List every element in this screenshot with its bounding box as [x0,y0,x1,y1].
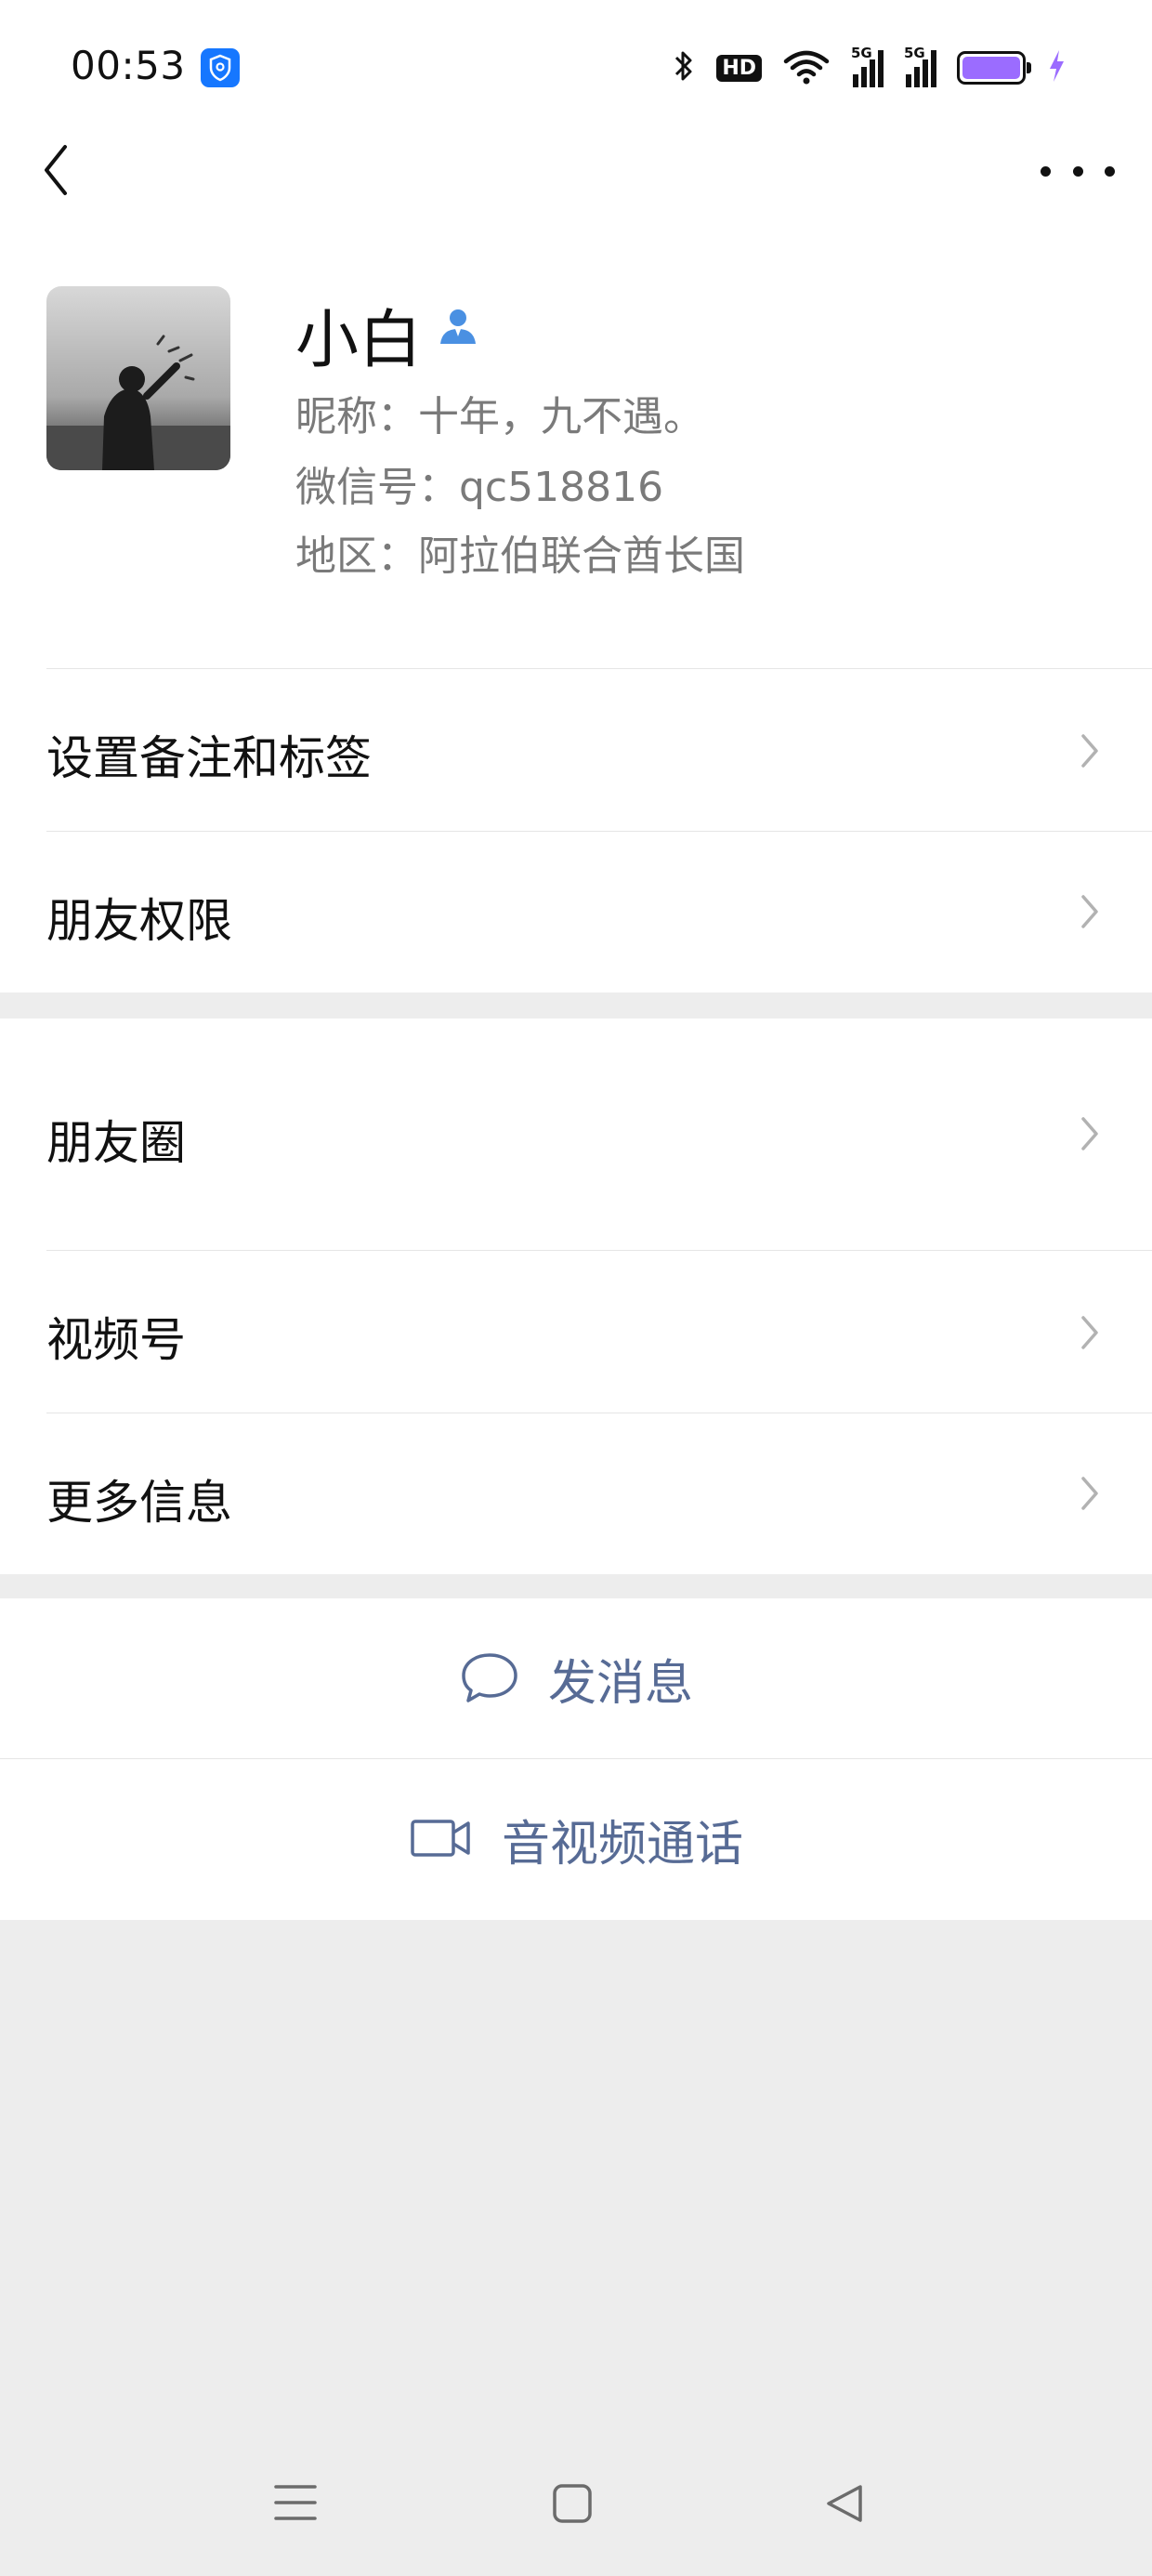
chevron-right-icon [1076,1473,1104,1514]
chevron-right-icon [1076,730,1104,771]
shield-icon [201,48,240,87]
status-time: 00:53 [71,43,186,88]
signal-5g-icon-2: 5G [904,45,936,87]
send-message-label: 发消息 [547,1656,693,1712]
dot [1041,165,1051,177]
wechat-id-text: 微信号：qc518816 [295,464,664,511]
status-bar: 00:53 HD 5G 5G [0,0,1152,139]
hd-voice-badge: HD [716,54,762,82]
video-call-button[interactable]: 音视频通话 [0,1759,1152,1920]
nickname-text: 昵称：十年，九不遇。 [295,393,704,440]
battery-icon [957,51,1031,85]
person-icon [435,303,481,349]
more-info-row[interactable]: 更多信息 [0,1413,1152,1574]
dot [1105,165,1115,177]
more-info-label: 更多信息 [46,1476,232,1530]
channels-row[interactable]: 视频号 [0,1251,1152,1413]
chat-bubble-icon [459,1649,520,1709]
wifi-icon [782,46,831,89]
back-button[interactable] [33,139,117,201]
region-text: 地区：阿拉伯联合酋长国 [295,532,745,580]
send-message-button[interactable]: 发消息 [0,1598,1152,1759]
back-nav-icon[interactable] [821,2481,868,2530]
chevron-right-icon [1076,891,1104,932]
contact-name: 小白 [295,304,423,377]
chevron-right-icon [1076,1113,1104,1154]
charging-bolt-icon [1046,46,1067,89]
video-call-label: 音视频通话 [501,1817,743,1873]
moments-label: 朋友圈 [46,1116,186,1170]
moments-row[interactable]: 朋友圈 [0,1019,1152,1251]
system-nav-bar [0,2463,1152,2546]
remark-tags-row[interactable]: 设置备注和标签 [0,669,1152,832]
friend-permissions-label: 朋友权限 [46,894,232,948]
menu-nav-icon[interactable] [271,2481,320,2528]
bluetooth-icon [672,46,696,89]
more-options-button[interactable] [1041,152,1115,190]
chevron-right-icon [1076,1312,1104,1353]
friend-permissions-row[interactable]: 朋友权限 [0,832,1152,992]
status-icons: HD 5G 5G [672,45,1067,89]
home-nav-icon[interactable] [550,2481,595,2530]
channels-label: 视频号 [46,1313,186,1367]
video-camera-icon [409,1816,474,1864]
signal-5g-icon-1: 5G [851,45,884,87]
contact-profile-screen: 00:53 HD 5G 5G 小白 昵称：十年，九不遇。 微信号：qc51881… [0,0,1152,2576]
remark-tags-label: 设置备注和标签 [46,731,372,785]
battery-fill [962,57,1020,79]
dot [1072,165,1083,177]
profile-card: 小白 昵称：十年，九不遇。 微信号：qc518816 地区：阿拉伯联合酋长国 [0,139,1152,669]
avatar[interactable] [46,286,230,470]
